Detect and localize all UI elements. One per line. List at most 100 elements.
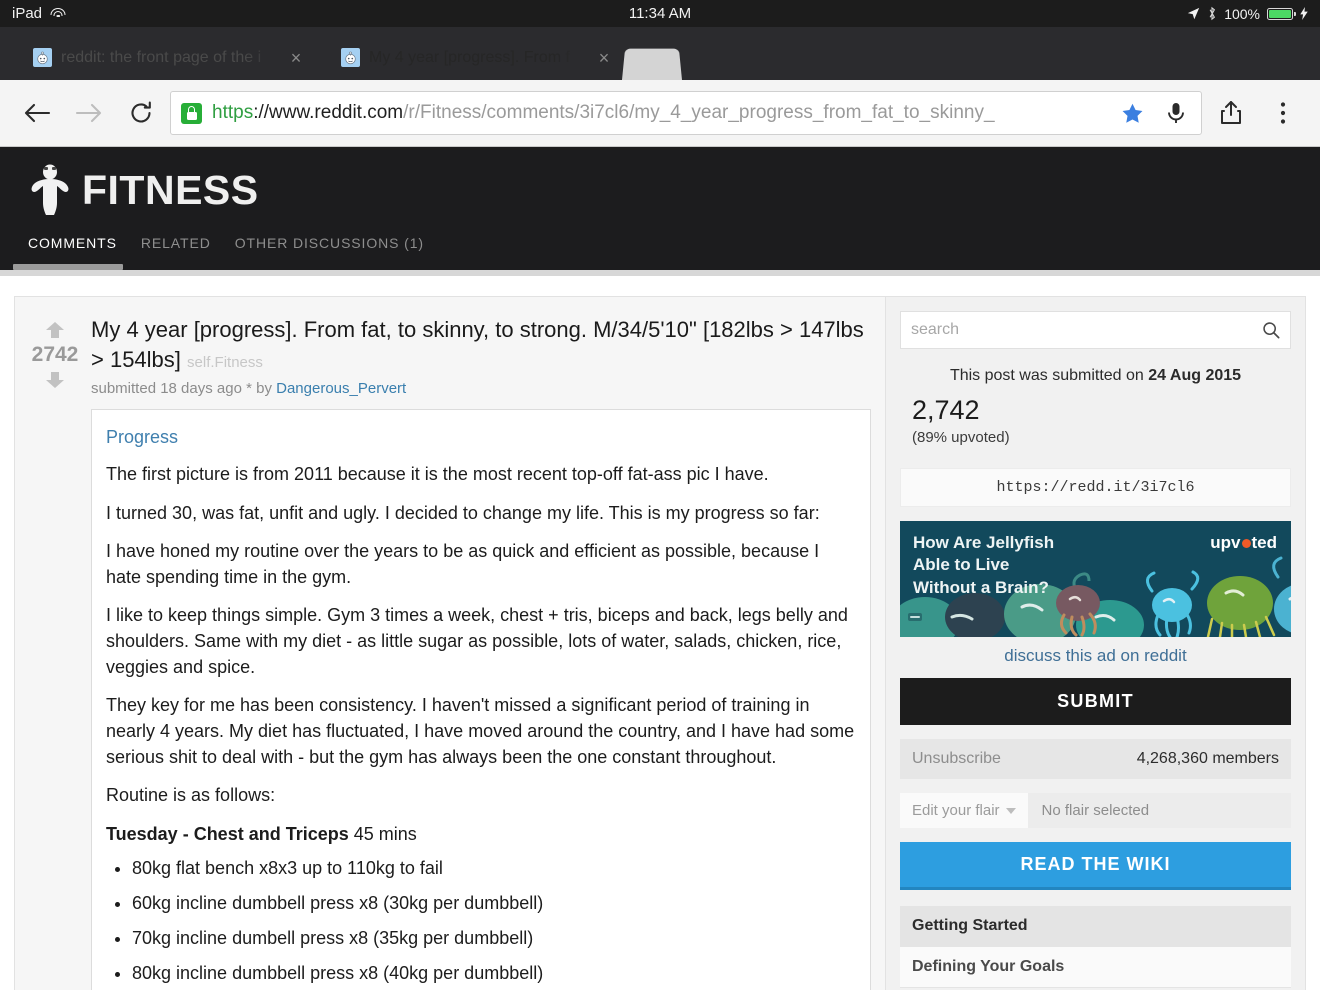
flair-value: No flair selected bbox=[1027, 793, 1291, 828]
chevron-down-icon bbox=[1005, 807, 1016, 814]
edit-flair-label: Edit your flair bbox=[912, 802, 1000, 819]
bodybuilder-icon bbox=[28, 163, 72, 217]
edit-flair-button[interactable]: Edit your flair bbox=[900, 793, 1028, 828]
tab-comments[interactable]: COMMENTS bbox=[28, 235, 117, 263]
list-item: 60kg incline dumbbell press x8 (30kg per… bbox=[132, 890, 856, 916]
progress-link[interactable]: Progress bbox=[106, 424, 856, 450]
search-box[interactable] bbox=[900, 311, 1291, 349]
logo-post: ted bbox=[1251, 533, 1278, 552]
battery-percent-label: 100% bbox=[1224, 5, 1260, 22]
vote-widget[interactable]: 2742 bbox=[29, 315, 81, 990]
post-paragraph: Routine is as follows: bbox=[106, 785, 276, 806]
post-stats: This post was submitted on 24 Aug 2015 2… bbox=[900, 349, 1291, 454]
tab-title: reddit: the front page of the i bbox=[61, 48, 262, 66]
tab-other-discussions[interactable]: OTHER DISCUSSIONS (1) bbox=[235, 235, 424, 263]
list-item: 80kg incline dumbbell press x8 (40kg per… bbox=[132, 960, 856, 986]
subreddit-title: FITNESS bbox=[82, 166, 259, 213]
read-wiki-button[interactable]: READ THE WIKI bbox=[900, 842, 1291, 890]
reload-icon[interactable] bbox=[118, 90, 164, 136]
share-icon[interactable] bbox=[1208, 90, 1254, 136]
microphone-icon[interactable] bbox=[1159, 101, 1193, 125]
routine-heading: Tuesday - Chest and Triceps 45 mins bbox=[106, 821, 856, 847]
browser-toolbar: https://www.reddit.com/r/Fitness/comment… bbox=[0, 80, 1320, 147]
status-clock: 11:34 AM bbox=[628, 5, 692, 22]
sidebar-score: 2,742 bbox=[912, 395, 980, 425]
overflow-menu-icon[interactable] bbox=[1260, 90, 1306, 136]
submit-button[interactable]: SUBMIT bbox=[900, 678, 1291, 725]
location-arrow-icon bbox=[1188, 7, 1200, 20]
logo-pre: upv bbox=[1210, 533, 1241, 552]
post-paragraph: I have honed my routine over the years t… bbox=[106, 540, 820, 587]
post-paragraph: I turned 30, was fat, unfit and ugly. I … bbox=[106, 502, 820, 523]
post-paragraph: They key for me has been consistency. I … bbox=[106, 695, 855, 768]
address-bar[interactable]: https://www.reddit.com/r/Fitness/comment… bbox=[170, 91, 1202, 135]
upvoted-logo: upv ted bbox=[1210, 533, 1277, 553]
new-tab-stub[interactable] bbox=[622, 48, 682, 80]
post-author-link[interactable]: Dangerous_Pervert bbox=[276, 380, 406, 397]
browser-tab[interactable]: reddit: the front page of the i × bbox=[8, 35, 316, 80]
discuss-ad-link[interactable]: discuss this ad on reddit bbox=[900, 637, 1291, 678]
post-submitted-text: submitted 18 days ago * by bbox=[91, 380, 272, 398]
upvote-percentage: (89% upvoted) bbox=[912, 429, 1010, 446]
logo-dot-icon bbox=[1241, 539, 1251, 549]
star-filled-icon[interactable] bbox=[1115, 102, 1149, 125]
ios-status-bar: iPad 11:34 AM 100% bbox=[0, 0, 1320, 27]
status-left: iPad bbox=[12, 5, 66, 22]
post-domain: self.Fitness bbox=[187, 353, 263, 371]
secure-lock-icon bbox=[181, 102, 202, 124]
tab-related[interactable]: RELATED bbox=[141, 235, 211, 263]
routine-duration: 45 mins bbox=[353, 823, 417, 844]
bluetooth-icon bbox=[1209, 6, 1216, 21]
member-count: 4,268,360 members bbox=[1136, 750, 1279, 767]
active-tab-indicator bbox=[0, 263, 1320, 270]
unsubscribe-button[interactable]: Unsubscribe bbox=[912, 750, 1001, 768]
submitted-date: 24 Aug 2015 bbox=[1148, 367, 1242, 384]
subreddit-nav[interactable]: COMMENTS RELATED OTHER DISCUSSIONS (1) bbox=[0, 221, 1320, 263]
post-title[interactable]: My 4 year [progress]. From fat, to skinn… bbox=[91, 315, 871, 374]
search-icon[interactable] bbox=[1262, 321, 1280, 339]
post-body: Progress The first picture is from 2011 … bbox=[91, 409, 871, 990]
wifi-icon bbox=[50, 7, 66, 20]
subscription-row[interactable]: Unsubscribe 4,268,360 members bbox=[900, 739, 1291, 779]
device-label: iPad bbox=[12, 5, 43, 22]
vote-score: 2742 bbox=[31, 343, 79, 366]
sidebar-link-list: Getting Started Defining Your Goals bbox=[900, 906, 1291, 988]
url-host: ://www.reddit.com bbox=[253, 102, 404, 123]
page-body: 2742 My 4 year [progress]. From fat, to … bbox=[0, 276, 1320, 990]
post: My 4 year [progress]. From fat, to skinn… bbox=[91, 315, 871, 990]
close-icon[interactable]: × bbox=[596, 49, 612, 67]
shortlink[interactable]: https://redd.it/3i7cl6 bbox=[900, 468, 1291, 507]
forward-arrow-icon bbox=[66, 90, 112, 136]
submitted-prefix: This post was submitted on bbox=[949, 367, 1144, 384]
list-item: 80kg flat bench x8x3 up to 110kg to fail bbox=[132, 855, 856, 881]
list-item: 70kg incline dumbell press x8 (35kg per … bbox=[132, 925, 856, 951]
sidebar-item-getting-started[interactable]: Getting Started bbox=[900, 906, 1291, 947]
post-meta: submitted 18 days ago * by Dangerous_Per… bbox=[91, 380, 871, 397]
url-text: https://www.reddit.com/r/Fitness/comment… bbox=[212, 102, 1105, 124]
reddit-alien-icon bbox=[33, 48, 52, 67]
reddit-alien-icon bbox=[341, 48, 360, 67]
browser-tab-strip[interactable]: reddit: the front page of the i × My 4 y… bbox=[0, 27, 1320, 80]
charging-bolt-icon bbox=[1300, 7, 1308, 20]
content-container: 2742 My 4 year [progress]. From fat, to … bbox=[14, 296, 1306, 990]
post-paragraph: The first picture is from 2011 because i… bbox=[106, 464, 769, 485]
flair-row[interactable]: Edit your flair No flair selected bbox=[900, 793, 1291, 828]
downvote-arrow-icon[interactable] bbox=[44, 371, 66, 389]
status-right: 100% bbox=[1187, 6, 1308, 22]
submitted-on: This post was submitted on 24 Aug 2015 bbox=[906, 367, 1285, 385]
routine-list: 80kg flat bench x8x3 up to 110kg to fail… bbox=[132, 855, 856, 990]
tab-title: My 4 year [progress]. From f bbox=[369, 48, 570, 66]
ad-headline: How Are Jellyfish Able to Live Without a B… bbox=[913, 533, 1055, 597]
sponsored-ad[interactable]: How Are Jellyfish Able to Live Without a B… bbox=[900, 521, 1291, 637]
search-input[interactable] bbox=[911, 321, 1256, 339]
sidebar: This post was submitted on 24 Aug 2015 2… bbox=[885, 297, 1305, 990]
upvote-arrow-icon[interactable] bbox=[44, 321, 66, 339]
subreddit-brand[interactable]: FITNESS bbox=[0, 163, 1320, 221]
post-paragraph: I like to keep things simple. Gym 3 time… bbox=[106, 604, 848, 678]
battery-full-charging-icon bbox=[1267, 7, 1296, 20]
url-scheme: https bbox=[212, 102, 254, 123]
close-icon[interactable]: × bbox=[288, 49, 304, 67]
browser-tab-active[interactable]: My 4 year [progress]. From f × bbox=[316, 35, 624, 80]
sidebar-item-defining-your-goals[interactable]: Defining Your Goals bbox=[900, 947, 1291, 988]
back-arrow-icon[interactable] bbox=[14, 90, 60, 136]
